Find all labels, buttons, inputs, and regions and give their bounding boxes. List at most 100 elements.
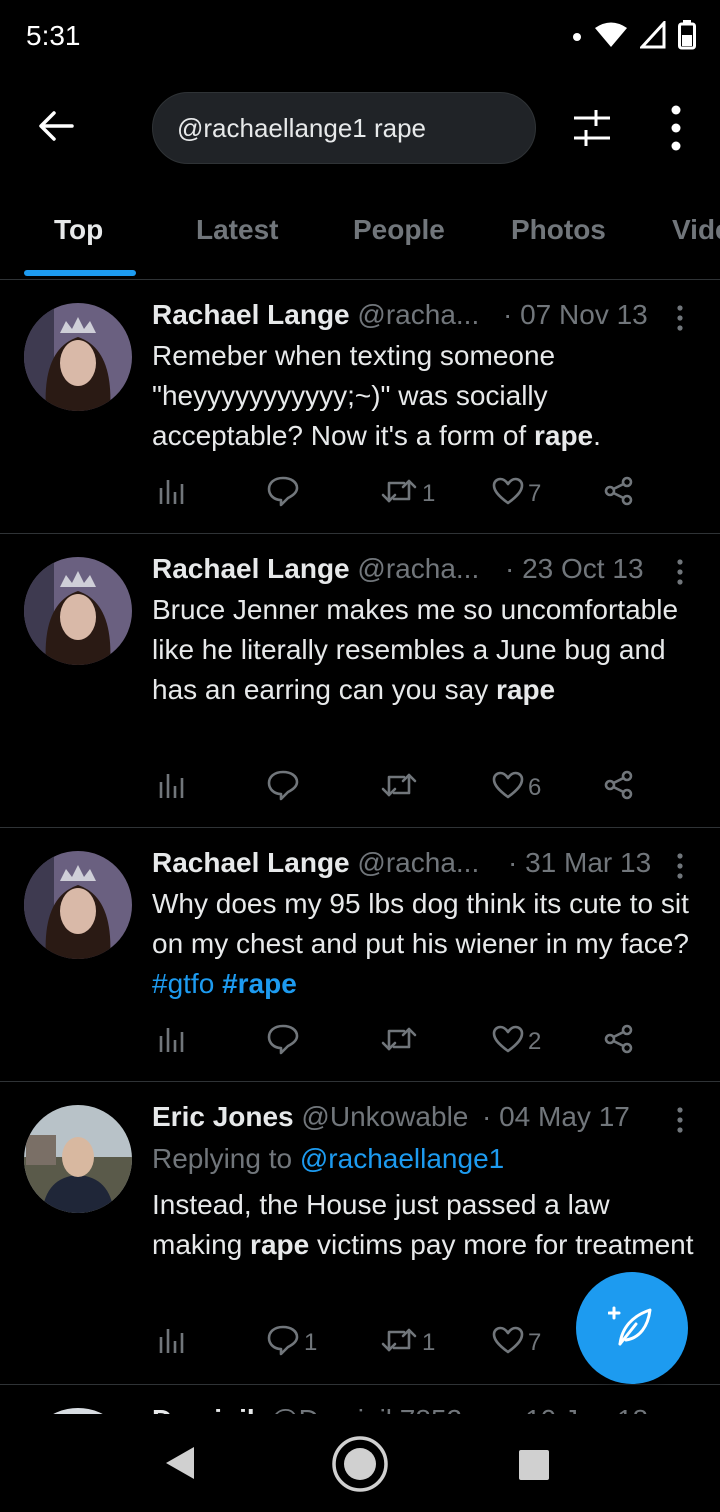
comment-icon <box>266 769 300 808</box>
author-name[interactable]: Rachael Lange <box>152 847 350 878</box>
tweet[interactable]: Rachael Lange @racha... · 07 Nov 13 Reme… <box>0 281 720 534</box>
reply-button[interactable] <box>266 474 304 514</box>
author-name[interactable]: Dominik <box>152 1404 262 1414</box>
comment-icon <box>266 1324 300 1363</box>
nav-back-button[interactable] <box>164 1445 196 1486</box>
like-count: 2 <box>528 1028 542 1055</box>
tweet-date: · 31 Mar 13 <box>508 847 652 878</box>
reply-button[interactable] <box>266 1022 304 1062</box>
status-icons <box>572 19 696 55</box>
hashtag-link[interactable]: #rape <box>222 968 297 999</box>
like-button[interactable]: 7 <box>492 474 541 514</box>
compose-feather-icon <box>607 1302 656 1355</box>
share-button[interactable] <box>604 474 634 514</box>
like-button[interactable]: 7 <box>492 1323 541 1363</box>
share-icon <box>604 476 634 513</box>
avatar[interactable] <box>24 303 132 411</box>
tweet[interactable]: Dominik @Dominik7852 · 10 Jun 18 <box>0 1386 720 1414</box>
active-tab-indicator <box>24 270 136 276</box>
comment-icon <box>266 1023 300 1062</box>
tab-latest[interactable]: Latest <box>196 214 278 246</box>
tab-photos[interactable]: Photos <box>511 214 606 246</box>
retweet-count: 1 <box>422 480 436 507</box>
back-button[interactable] <box>32 104 80 152</box>
heart-icon <box>492 771 524 806</box>
nav-home-button[interactable] <box>331 1435 389 1498</box>
author-name[interactable]: Rachael Lange <box>152 299 350 330</box>
tweet-header: Rachael Lange @racha... <box>152 299 479 331</box>
author-name[interactable]: Rachael Lange <box>152 553 350 584</box>
tab-videos[interactable]: Vide <box>672 214 720 246</box>
reply-button[interactable]: 1 <box>266 1323 317 1363</box>
like-button[interactable]: 6 <box>492 768 541 808</box>
status-bar: 5:31 <box>0 0 720 76</box>
search-filter-button[interactable] <box>568 106 616 150</box>
author-handle[interactable]: @racha... <box>357 553 479 584</box>
tweet-menu-button[interactable] <box>670 303 690 333</box>
wifi-icon <box>594 21 628 54</box>
comment-icon <box>266 475 300 514</box>
cell-signal-icon <box>638 19 666 54</box>
more-options-button[interactable] <box>660 102 692 154</box>
like-count: 6 <box>528 774 542 801</box>
reply-button[interactable] <box>266 768 304 808</box>
tweet-menu-button[interactable] <box>670 1105 690 1135</box>
retweet-button[interactable] <box>380 768 422 808</box>
share-icon <box>604 770 634 807</box>
tweet-text: Instead, the House just passed a law mak… <box>152 1189 694 1260</box>
square-recents-icon <box>518 1450 550 1485</box>
author-name[interactable]: Eric Jones <box>152 1101 294 1132</box>
analytics-button[interactable] <box>158 1022 186 1062</box>
tweet-actions: 2 <box>152 1022 672 1062</box>
tweet[interactable]: Rachael Lange @racha... · 23 Oct 13 Bruc… <box>0 535 720 828</box>
tab-top[interactable]: Top <box>54 214 103 246</box>
share-button[interactable] <box>604 768 634 808</box>
analytics-icon <box>158 1024 186 1061</box>
retweet-count: 1 <box>422 1329 436 1356</box>
tweet-text: Remeber when texting someone "heyyyyyyyy… <box>152 340 601 451</box>
mention-link[interactable]: @rachaellange1 <box>300 1143 504 1174</box>
more-vertical-icon <box>670 853 690 885</box>
search-tabs: Top Latest People Photos Vide <box>0 196 720 280</box>
system-nav-bar <box>0 1414 720 1512</box>
tweet-menu-button[interactable] <box>670 557 690 587</box>
analytics-button[interactable] <box>158 768 186 808</box>
retweet-button[interactable]: 1 <box>380 1323 435 1363</box>
retweet-icon <box>380 1325 418 1362</box>
home-circle-icon <box>331 1436 389 1497</box>
more-vertical-icon <box>670 305 690 337</box>
tweet-actions: 1 7 <box>152 474 672 514</box>
avatar[interactable] <box>24 851 132 959</box>
compose-tweet-button[interactable] <box>576 1272 688 1384</box>
share-button[interactable] <box>604 1022 634 1062</box>
tweet[interactable]: Rachael Lange @racha... · 31 Mar 13 Why … <box>0 829 720 1082</box>
search-input[interactable]: @rachaellange1 rape <box>152 92 536 164</box>
retweet-button[interactable] <box>380 1022 422 1062</box>
avatar[interactable] <box>24 557 132 665</box>
analytics-button[interactable] <box>158 1323 186 1363</box>
avatar[interactable] <box>24 1105 132 1213</box>
tweet-menu-button[interactable] <box>670 851 690 881</box>
tweet-header: Eric Jones @Unkowable <box>152 1101 468 1133</box>
tweet-date: · 04 May 17 <box>482 1101 630 1132</box>
like-count: 7 <box>528 1329 542 1356</box>
author-handle[interactable]: @Dominik7852 <box>270 1404 462 1414</box>
author-handle[interactable]: @racha... <box>357 847 479 878</box>
search-header: @rachaellange1 rape <box>0 76 720 180</box>
analytics-button[interactable] <box>158 474 186 514</box>
nav-recents-button[interactable] <box>518 1449 550 1486</box>
analytics-icon <box>158 476 186 513</box>
tweet-actions: 6 <box>152 768 672 808</box>
like-count: 7 <box>528 480 542 507</box>
tab-people[interactable]: People <box>353 214 445 246</box>
analytics-icon <box>158 770 186 807</box>
more-vertical-icon <box>670 1107 690 1139</box>
hashtag-link[interactable]: #gtfo <box>152 968 214 999</box>
retweet-button[interactable]: 1 <box>380 474 435 514</box>
author-handle[interactable]: @Unkowable <box>301 1101 468 1132</box>
like-button[interactable]: 2 <box>492 1022 541 1062</box>
tweet-header: Rachael Lange @racha... <box>152 553 479 585</box>
author-handle[interactable]: @racha... <box>357 299 479 330</box>
analytics-icon <box>158 1325 186 1362</box>
tweet-text: Bruce Jenner makes me so uncomfortable l… <box>152 594 679 705</box>
